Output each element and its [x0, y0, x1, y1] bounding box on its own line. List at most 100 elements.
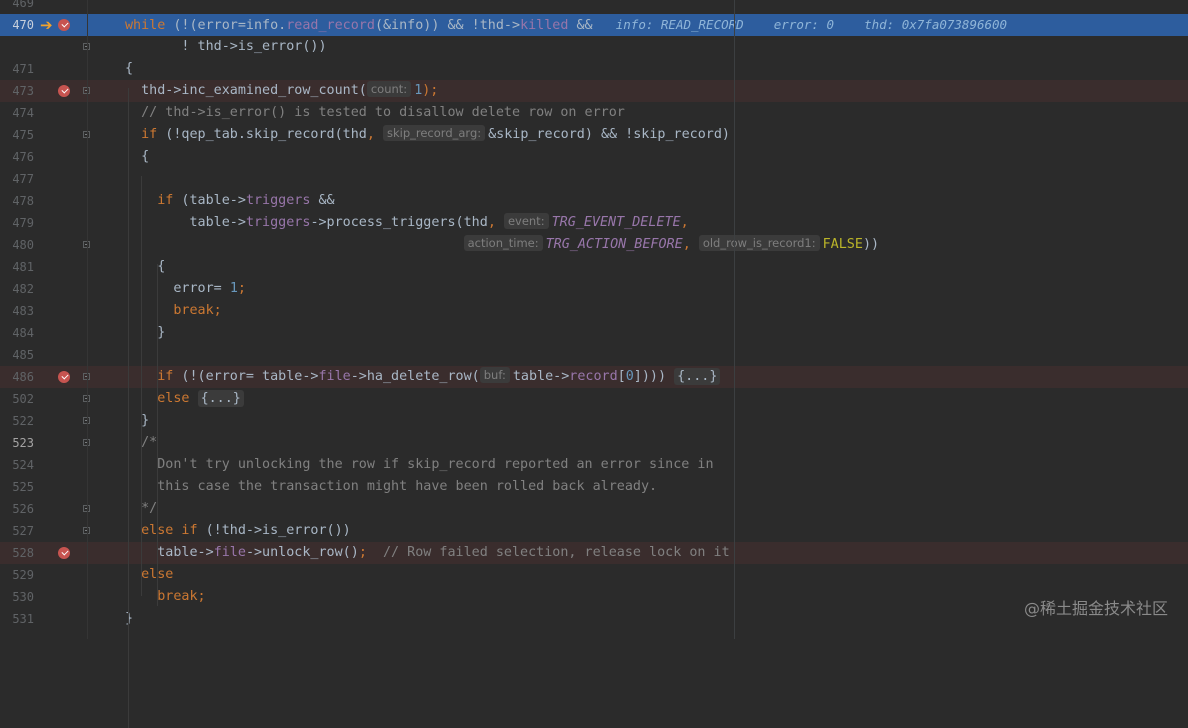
gutter[interactable]: 523: [0, 432, 90, 454]
line-number: 485: [12, 348, 34, 362]
code-line[interactable]: 523 /*: [0, 432, 1188, 454]
gutter[interactable]: 482: [0, 278, 88, 300]
gutter[interactable]: 528: [0, 542, 88, 564]
gutter[interactable]: [0, 36, 90, 58]
code-line[interactable]: 486 if (!(error= table->file->ha_delete_…: [0, 366, 1188, 388]
gutter[interactable]: 476: [0, 146, 88, 168]
code-token: else: [157, 391, 190, 406]
code-line[interactable]: 527 else if (!thd->is_error()): [0, 520, 1188, 542]
breakpoint-icon[interactable]: [58, 19, 70, 31]
code-token: &skip_record) && !skip_record): [488, 127, 730, 142]
gutter[interactable]: 481: [0, 256, 88, 278]
code-line[interactable]: 471 {: [0, 58, 1188, 80]
code-editor[interactable]: 469 470 ➔ while (!(error=info.read_record(&…: [0, 0, 1188, 630]
code-line[interactable]: 528 table->file->unlock_row(); // Row fa…: [0, 542, 1188, 564]
line-number: 478: [12, 194, 34, 208]
code-text[interactable]: break;: [125, 300, 221, 322]
breakpoint-icon[interactable]: [58, 547, 70, 559]
code-line[interactable]: 478 if (table->triggers &&: [0, 190, 1188, 212]
gutter[interactable]: 531: [0, 608, 88, 630]
code-text[interactable]: if (table->triggers &&: [125, 190, 334, 212]
code-line[interactable]: 522 }: [0, 410, 1188, 432]
folded-code-block[interactable]: {...}: [197, 390, 244, 407]
code-line[interactable]: ! thd->is_error()): [0, 36, 1188, 58]
breakpoint-icon[interactable]: [58, 85, 70, 97]
gutter[interactable]: 530: [0, 586, 88, 608]
gutter[interactable]: 485: [0, 344, 88, 366]
gutter[interactable]: 478: [0, 190, 88, 212]
line-number: 481: [12, 260, 34, 274]
code-line[interactable]: 476 {: [0, 146, 1188, 168]
code-text[interactable]: break;: [125, 586, 205, 608]
gutter[interactable]: 471: [0, 58, 88, 80]
code-token: FALSE: [822, 237, 863, 252]
code-line[interactable]: 473 thd->inc_examined_row_count(count: 1)…: [0, 80, 1188, 102]
code-line[interactable]: 474 // thd->is_error() is tested to disa…: [0, 102, 1188, 124]
gutter[interactable]: 529: [0, 564, 88, 586]
code-line[interactable]: 485: [0, 344, 1188, 366]
code-text[interactable]: while (!(error=info.read_record(&info)) …: [125, 14, 1007, 36]
gutter[interactable]: 480: [0, 234, 90, 256]
gutter[interactable]: 486: [0, 366, 90, 388]
gutter[interactable]: 484: [0, 322, 88, 344]
code-line[interactable]: 483 break;: [0, 300, 1188, 322]
code-token: (&info)) && !thd->: [374, 18, 521, 33]
code-text[interactable]: }: [125, 322, 165, 344]
code-line[interactable]: 477: [0, 168, 1188, 190]
line-number: 471: [12, 62, 34, 76]
code-line[interactable]: 469: [0, 0, 1188, 14]
gutter[interactable]: 526: [0, 498, 90, 520]
code-text[interactable]: this case the transaction might have bee…: [125, 476, 657, 498]
code-text[interactable]: if (!qep_tab.skip_record(thd, skip_recor…: [125, 124, 730, 146]
folded-code-block[interactable]: {...}: [674, 368, 721, 385]
code-text[interactable]: thd->inc_examined_row_count(count: 1);: [125, 80, 438, 102]
code-line[interactable]: 530 break;: [0, 586, 1188, 608]
code-text[interactable]: else: [125, 564, 173, 586]
code-line[interactable]: 475 if (!qep_tab.skip_record(thd, skip_r…: [0, 124, 1188, 146]
code-text[interactable]: table->triggers->process_triggers(thd, e…: [125, 212, 689, 234]
code-text[interactable]: }: [125, 608, 133, 630]
gutter[interactable]: 469: [0, 0, 88, 14]
code-line[interactable]: 484 }: [0, 322, 1188, 344]
code-token: killed: [520, 18, 569, 33]
code-line[interactable]: 529 else: [0, 564, 1188, 586]
gutter[interactable]: 474: [0, 102, 88, 124]
code-text[interactable]: if (!(error= table->file->ha_delete_row(…: [125, 366, 721, 388]
gutter[interactable]: 477: [0, 168, 88, 190]
code-line[interactable]: 531}: [0, 608, 1188, 630]
code-line[interactable]: 526 */: [0, 498, 1188, 520]
code-line[interactable]: 479 table->triggers->process_triggers(th…: [0, 212, 1188, 234]
code-text[interactable]: error= 1;: [125, 278, 246, 300]
code-text[interactable]: Don't try unlocking the row if skip_reco…: [125, 454, 713, 476]
gutter[interactable]: 483: [0, 300, 88, 322]
code-line[interactable]: 525 this case the transaction might have…: [0, 476, 1188, 498]
gutter[interactable]: 479: [0, 212, 88, 234]
code-line[interactable]: 502 else {...}: [0, 388, 1188, 410]
gutter[interactable]: 524: [0, 454, 88, 476]
gutter[interactable]: 522: [0, 410, 90, 432]
code-text[interactable]: ! thd->is_error()): [125, 36, 326, 58]
code-line[interactable]: 482 error= 1;: [0, 278, 1188, 300]
gutter[interactable]: 525: [0, 476, 88, 498]
code-token: ]))): [633, 369, 675, 384]
gutter[interactable]: 470 ➔: [0, 14, 88, 36]
code-text[interactable]: else {...}: [125, 388, 244, 410]
gutter[interactable]: 502: [0, 388, 90, 410]
code-text[interactable]: {: [125, 256, 165, 278]
code-text[interactable]: else if (!thd->is_error()): [125, 520, 351, 542]
gutter[interactable]: 473: [0, 80, 90, 102]
code-text[interactable]: {: [125, 58, 133, 80]
code-text[interactable]: table->file->unlock_row(); // Row failed…: [125, 542, 729, 564]
breakpoint-icon[interactable]: [58, 371, 70, 383]
code-text[interactable]: // thd->is_error() is tested to disallow…: [125, 102, 625, 124]
code-line[interactable]: 480 action_time: TRG_ACTION_BEFORE, old_r…: [0, 234, 1188, 256]
line-number: 473: [12, 84, 34, 98]
code-line[interactable]: 470 ➔ while (!(error=info.read_record(&inf…: [0, 14, 1188, 36]
code-text[interactable]: action_time: TRG_ACTION_BEFORE, old_row_i…: [125, 234, 879, 256]
gutter[interactable]: 475: [0, 124, 90, 146]
code-line[interactable]: 524 Don't try unlocking the row if skip_…: [0, 454, 1188, 476]
gutter[interactable]: 527: [0, 520, 90, 542]
code-line[interactable]: 481 {: [0, 256, 1188, 278]
